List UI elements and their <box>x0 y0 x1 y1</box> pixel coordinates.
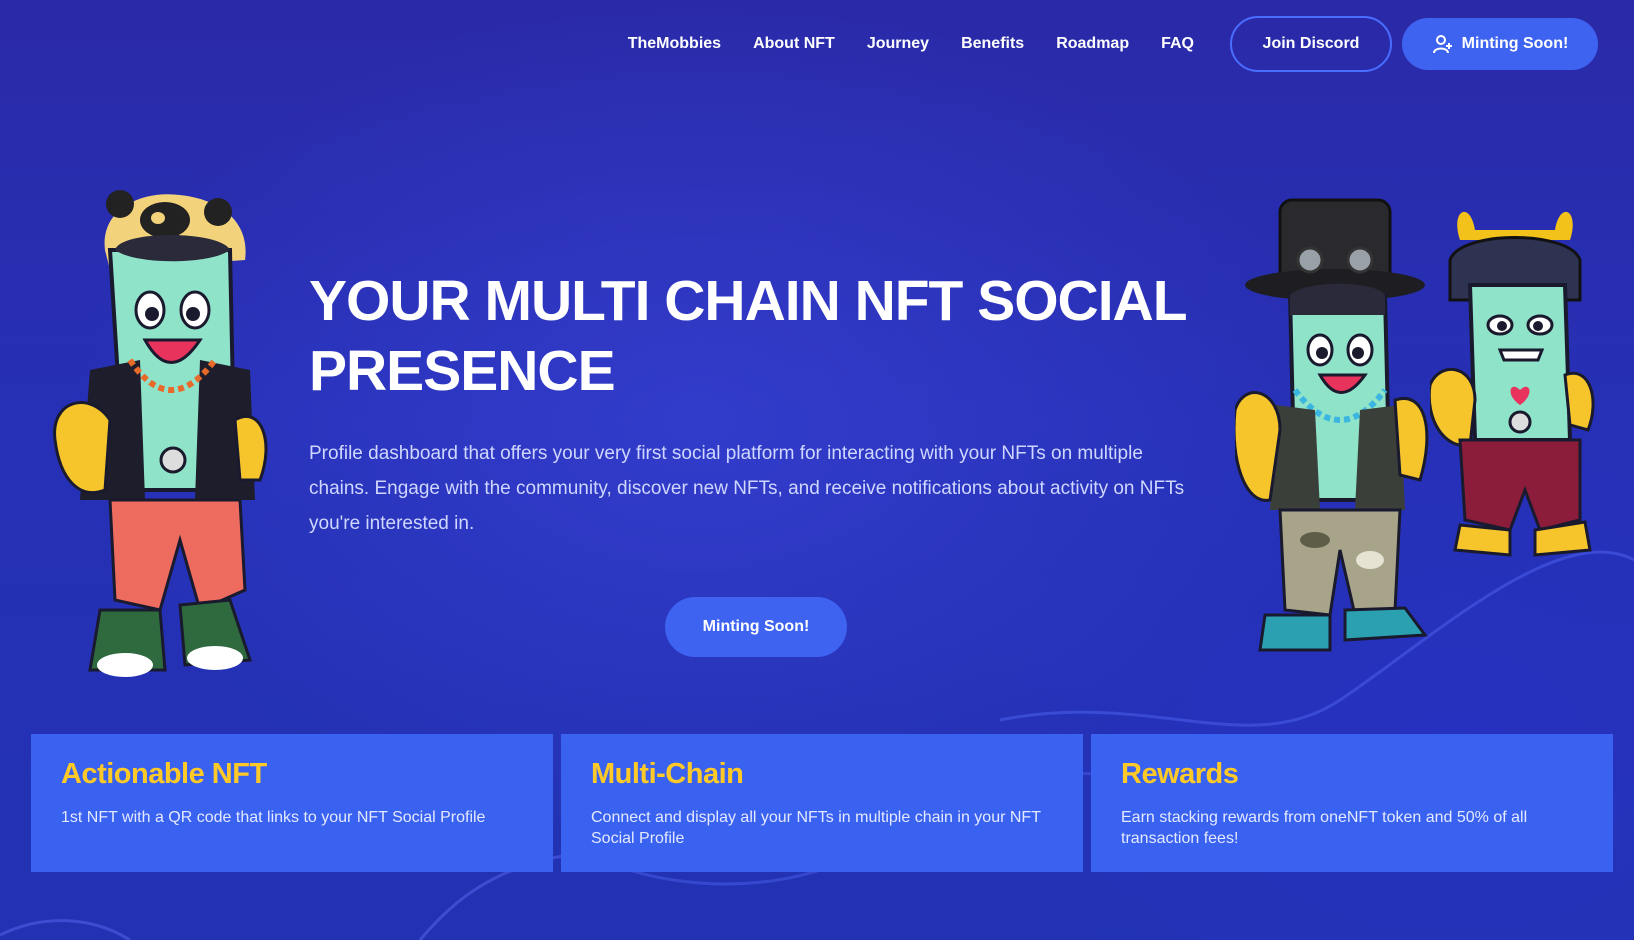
top-nav: TheMobbies About NFT Journey Benefits Ro… <box>628 16 1598 72</box>
join-discord-label: Join Discord <box>1262 35 1360 52</box>
join-discord-button[interactable]: Join Discord <box>1230 16 1392 72</box>
hero-description: Profile dashboard that offers your very … <box>309 443 1185 534</box>
nav-minting-button[interactable]: Minting Soon! <box>1402 18 1598 70</box>
user-plus-icon <box>1432 33 1454 55</box>
nav-link-faq[interactable]: FAQ <box>1161 35 1194 53</box>
nav-minting-label: Minting Soon! <box>1461 35 1569 52</box>
feature-cards: Actionable NFT 1st NFT with a QR code th… <box>31 734 1613 872</box>
feature-card-rewards: Rewards Earn stacking rewards from oneNF… <box>1091 734 1613 872</box>
feature-card-title: Rewards <box>1121 758 1239 790</box>
feature-card-title: Actionable NFT <box>61 758 267 790</box>
mobbie-panda-character-image <box>53 190 268 677</box>
nav-link-about-nft[interactable]: About NFT <box>753 35 835 53</box>
feature-card-text: 1st NFT with a QR code that links to you… <box>61 809 486 826</box>
mobbie-samurai-character-image <box>1430 211 1595 557</box>
nav-link-roadmap[interactable]: Roadmap <box>1056 35 1129 53</box>
nav-link-benefits[interactable]: Benefits <box>961 35 1024 53</box>
nav-link-journey[interactable]: Journey <box>867 35 929 53</box>
feature-card-text: Earn stacking rewards from oneNFT token … <box>1121 809 1528 847</box>
feature-card-title: Multi-Chain <box>591 758 744 790</box>
hero-title: YOUR MULTI CHAIN NFT SOCIAL PRESENCE <box>309 269 1187 403</box>
feature-card-text: Connect and display all your NFTs in mul… <box>591 809 1041 847</box>
mobbie-tophat-character-image <box>1235 198 1429 652</box>
hero-minting-button[interactable]: Minting Soon! <box>665 597 847 657</box>
nav-link-themobbies[interactable]: TheMobbies <box>628 35 721 53</box>
feature-card-actionable-nft: Actionable NFT 1st NFT with a QR code th… <box>31 734 553 872</box>
hero-minting-label: Minting Soon! <box>702 618 810 635</box>
feature-card-multi-chain: Multi-Chain Connect and display all your… <box>561 734 1083 872</box>
